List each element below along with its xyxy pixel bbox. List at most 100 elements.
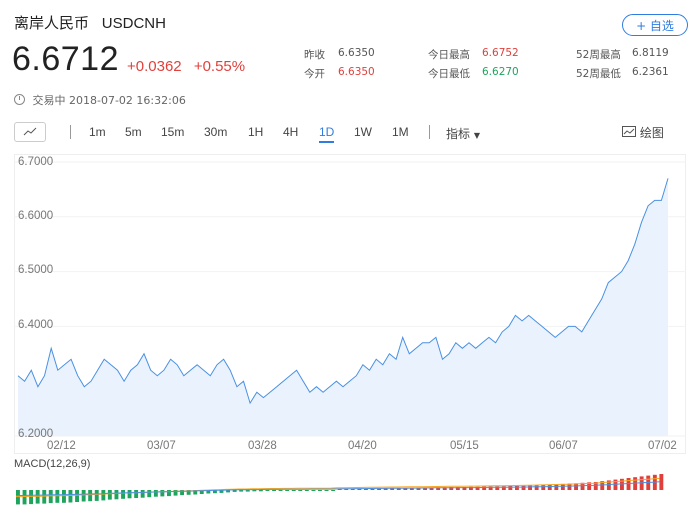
stat-label: 今日最低 <box>428 68 470 80</box>
macd-bar <box>16 490 20 505</box>
draw-button[interactable]: 绘图 <box>622 124 664 141</box>
macd-bar <box>121 490 125 499</box>
stat-prev-close: 昨收 6.6350 <box>304 47 375 62</box>
stat-day-low: 今日最低 6.6270 <box>428 66 519 81</box>
macd-bar <box>81 490 86 502</box>
x-tick: 02/12 <box>47 440 76 452</box>
macd-bar <box>324 490 329 491</box>
stat-value: 6.6752 <box>482 47 519 59</box>
macd-bar <box>528 485 532 490</box>
last-price: 6.6712 <box>12 40 119 78</box>
macd-bar <box>508 486 513 490</box>
stat-value: 6.8119 <box>632 47 669 59</box>
period-1h[interactable]: 1H <box>248 125 263 139</box>
y-tick: 6.7000 <box>18 156 54 168</box>
clock-icon <box>14 94 25 105</box>
toolbar-divider <box>429 125 430 139</box>
period-15m[interactable]: 15m <box>161 125 184 139</box>
toolbar-divider <box>70 125 71 139</box>
macd-bar <box>357 489 362 490</box>
macd-bar <box>272 490 276 491</box>
macd-bar <box>547 484 552 490</box>
change-value: +0.0362 <box>127 58 182 75</box>
macd-bar <box>114 490 119 500</box>
stat-label: 今开 <box>304 68 325 80</box>
draw-label: 绘图 <box>639 126 664 140</box>
stat-label: 今日最高 <box>428 49 470 61</box>
macd-bar <box>515 485 519 490</box>
macd-bar <box>167 490 171 497</box>
indicator-dropdown[interactable]: 指标 ▼ <box>446 125 480 142</box>
draw-chart-icon <box>622 126 636 137</box>
period-4h[interactable]: 4H <box>283 125 298 139</box>
period-5m[interactable]: 5m <box>125 125 142 139</box>
macd-chart <box>16 474 664 505</box>
macd-bar <box>311 490 316 491</box>
macd-bar <box>258 490 263 492</box>
macd-bar <box>304 490 309 491</box>
y-tick: 6.4000 <box>18 319 54 331</box>
stat-label: 52周最高 <box>576 49 621 61</box>
period-1w[interactable]: 1W <box>354 125 372 139</box>
macd-bar <box>245 490 250 492</box>
instrument-name: 离岸人民币 <box>14 14 90 32</box>
macd-bar <box>521 485 526 490</box>
trading-status: 交易中 2018-07-02 16:32:06 <box>14 92 186 108</box>
stat-52w-high: 52周最高 6.8119 <box>576 47 669 62</box>
x-tick: 06/07 <box>549 440 578 452</box>
period-30m[interactable]: 30m <box>204 125 227 139</box>
macd-bar <box>29 490 33 505</box>
macd-bar <box>55 490 60 503</box>
macd-bar <box>127 490 132 499</box>
macd-bar <box>42 490 47 504</box>
macd-bar <box>62 490 66 503</box>
y-tick: 6.5000 <box>18 264 54 276</box>
macd-label: MACD(12,26,9) <box>14 458 91 470</box>
stat-open: 今开 6.6350 <box>304 66 375 81</box>
stat-value: 6.6270 <box>482 66 519 78</box>
trading-datetime: 2018-07-02 16:32:06 <box>69 94 186 107</box>
macd-bar <box>101 490 106 501</box>
macd-bar <box>22 490 27 505</box>
macd-bar <box>107 490 112 500</box>
macd-bar <box>153 490 158 497</box>
macd-bar <box>291 490 296 491</box>
x-tick: 03/07 <box>147 440 176 452</box>
period-1d[interactable]: 1D <box>319 125 335 143</box>
line-chart-icon[interactable] <box>14 122 46 142</box>
macd-bar <box>160 490 165 497</box>
period-1mo[interactable]: 1M <box>392 125 409 139</box>
price-change: +0.0362 +0.55% <box>127 58 253 75</box>
caret-down-icon: ▼ <box>473 131 480 140</box>
x-tick: 07/02 <box>648 440 677 452</box>
macd-bar <box>364 489 368 490</box>
stat-value: 6.6350 <box>338 47 375 59</box>
x-tick: 03/28 <box>248 440 277 452</box>
macd-bar <box>278 490 283 491</box>
macd-bar <box>75 490 79 502</box>
macd-bar <box>252 490 257 492</box>
period-1m[interactable]: 1m <box>89 125 106 139</box>
macd-bar <box>35 490 40 504</box>
macd-bar <box>88 490 93 502</box>
macd-bar <box>147 490 152 498</box>
macd-bar <box>285 490 290 491</box>
macd-bar <box>534 485 539 490</box>
y-tick: 6.2000 <box>18 428 54 440</box>
instrument-code: USDCNH <box>101 15 166 32</box>
macd-bar <box>318 490 322 491</box>
macd-bar <box>554 484 559 490</box>
add-watchlist-button[interactable]: + 自选 <box>622 14 688 36</box>
stat-value: 6.2361 <box>632 66 669 78</box>
macd-bar <box>298 490 303 491</box>
stat-value: 6.6350 <box>338 66 375 78</box>
macd-bar <box>68 490 73 503</box>
stat-label: 52周最低 <box>576 68 621 80</box>
instrument-title: 离岸人民币 USDCNH <box>14 12 166 33</box>
macd-bar <box>48 490 53 504</box>
stat-day-high: 今日最高 6.6752 <box>428 47 519 62</box>
macd-bar <box>94 490 99 501</box>
x-tick: 05/15 <box>450 440 479 452</box>
macd-bar <box>331 490 336 491</box>
macd-bar <box>541 484 546 490</box>
